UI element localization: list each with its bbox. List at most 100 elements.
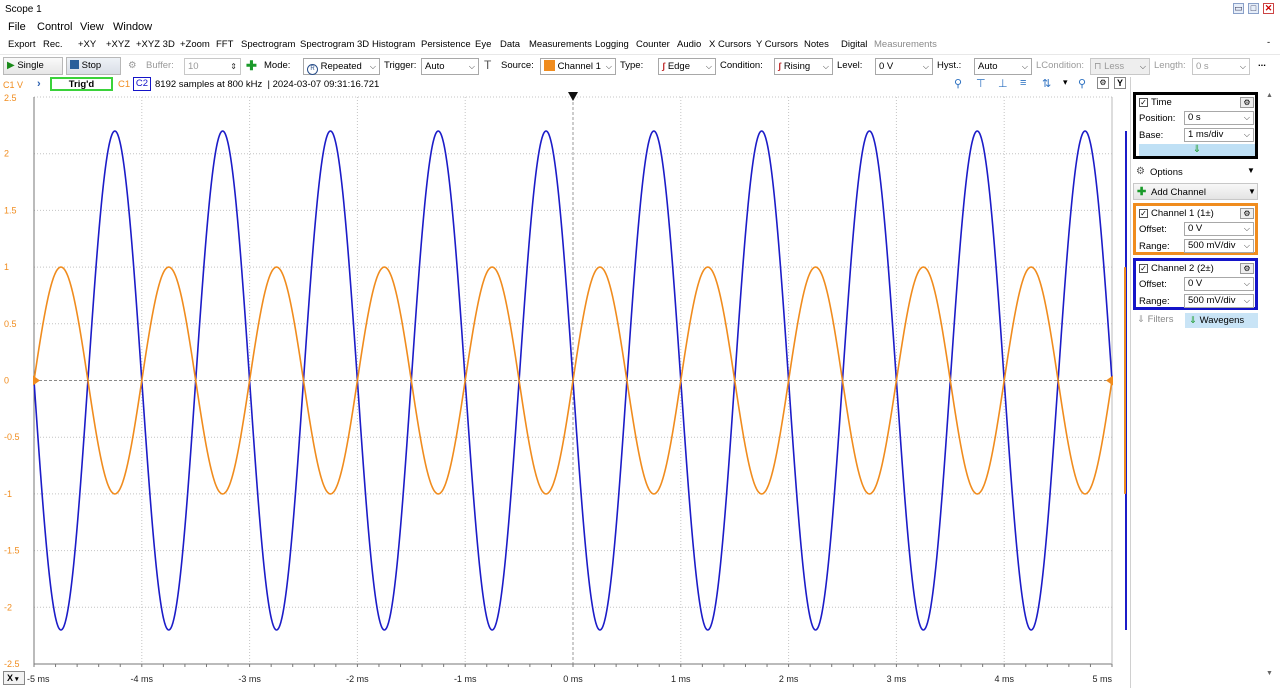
title-bar: Scope 1 ▭ □ ✕ — [0, 0, 1280, 20]
type-select[interactable]: ʃ Edge ⌵ — [658, 58, 716, 75]
toolbar-measurements[interactable]: Measurements — [529, 39, 592, 50]
channel1-offset-label: Offset: — [1139, 224, 1167, 235]
toolbar-xyz[interactable]: +XYZ — [106, 39, 130, 50]
menu-bar: File Control View Window — [0, 19, 1280, 36]
toolbar-zoom[interactable]: +Zoom — [180, 39, 210, 50]
toolbar-histogram[interactable]: Histogram — [372, 39, 415, 50]
chevron-down-icon: ⌵ — [1243, 113, 1250, 122]
channel2-gear-icon[interactable]: ⚙ — [1240, 263, 1254, 274]
toolbar-ycursors[interactable]: Y Cursors — [756, 39, 798, 50]
options-row[interactable]: ⚙ Options ▼ — [1133, 164, 1258, 180]
c1-tag[interactable]: C1 — [118, 79, 130, 90]
options-gear-icon: ⚙ — [1136, 166, 1145, 177]
time-expand-button[interactable]: ⇓ — [1139, 144, 1255, 156]
toolbar-logging[interactable]: Logging — [595, 39, 629, 50]
edge-icon: ʃ — [662, 61, 666, 72]
toolbar-spectrogram[interactable]: Spectrogram — [241, 39, 295, 50]
toolbar-notes[interactable]: Notes — [804, 39, 829, 50]
menu-view[interactable]: View — [80, 21, 104, 33]
channel2-offset-input[interactable]: 0 V ⌵ — [1184, 277, 1254, 291]
channel1-checkbox[interactable]: ✓ — [1139, 209, 1148, 218]
x-tick-label: -4 ms — [131, 674, 154, 684]
channel1-gear-icon[interactable]: ⚙ — [1240, 208, 1254, 219]
position-input[interactable]: 0 s ⌵ — [1184, 111, 1254, 125]
toolbar-digital[interactable]: Digital — [841, 39, 867, 50]
expand-icon[interactable]: › — [37, 78, 41, 90]
add-channel-button[interactable]: ✚ Add Channel ▼ — [1133, 183, 1258, 200]
toolbar-spectrogram3d[interactable]: Spectrogram 3D — [300, 39, 369, 50]
zoom-icon[interactable]: ⚲ — [954, 77, 962, 90]
scroll-up-icon[interactable]: ▲ — [1266, 92, 1273, 99]
toolbar-persistence[interactable]: Persistence — [421, 39, 471, 50]
time-gear-icon[interactable]: ⚙ — [1240, 97, 1254, 108]
tab-filters[interactable]: ⇓ Filters — [1137, 314, 1182, 328]
stop-button[interactable]: Stop — [66, 57, 121, 75]
buffer-stepper: 10 ⇕ — [184, 58, 241, 75]
trigger-select[interactable]: Auto ⌵ — [421, 58, 479, 75]
single-button[interactable]: ▶ Single — [3, 57, 63, 75]
scope-plot[interactable]: 2.5 2 1.5 1 0.5 0 -0.5 -1 -1.5 -2 -2.5 -5 ms -4 ms -… — [0, 92, 1130, 688]
restore-icon[interactable]: ▭ — [1233, 3, 1244, 14]
menu-window[interactable]: Window — [113, 21, 152, 33]
stop-icon — [70, 60, 79, 69]
stop-button-label: Stop — [81, 60, 102, 71]
y-axis-button[interactable]: Y — [1114, 77, 1126, 89]
hyst-input[interactable]: Auto ⌵ — [974, 58, 1032, 75]
toolbar-eye[interactable]: Eye — [475, 39, 491, 50]
channel1-offset-value: 0 V — [1188, 223, 1203, 234]
time-checkbox[interactable]: ✓ — [1139, 98, 1148, 107]
condition-select[interactable]: ʃ Rising ⌵ — [774, 58, 833, 75]
align-lines-icon[interactable]: ≡ — [1020, 77, 1026, 89]
level-value: 0 V — [879, 61, 894, 72]
channel1-range-select[interactable]: 500 mV/div ⌵ — [1184, 239, 1254, 253]
condition-label: Condition: — [720, 60, 763, 71]
magnifier-icon[interactable]: ⚲ — [1078, 77, 1086, 90]
align-bottom-icon[interactable]: ⊥ — [998, 77, 1008, 90]
toolbar-xy[interactable]: +XY — [78, 39, 96, 50]
c2-tag[interactable]: C2 — [133, 77, 151, 91]
align-top-icon[interactable]: ⊤ — [976, 77, 986, 90]
trigger-label: Trigger: — [384, 60, 417, 71]
settings-icon[interactable]: ⚙ — [1097, 77, 1109, 89]
toolbar-rec[interactable]: Rec. — [43, 39, 63, 50]
x-axis-button[interactable]: X ▾ — [3, 671, 25, 685]
wavegens-arrow-icon: ⇓ — [1189, 315, 1197, 326]
close-icon[interactable]: ✕ — [1263, 3, 1274, 14]
toolbar-counter[interactable]: Counter — [636, 39, 670, 50]
fit-icon[interactable]: ⇅ — [1042, 77, 1051, 90]
level-label: Level: — [837, 60, 863, 71]
channel2-checkbox[interactable]: ✓ — [1139, 264, 1148, 273]
x-tick-label: -5 ms — [27, 674, 50, 684]
add-icon[interactable]: ✚ — [246, 58, 257, 74]
play-icon: ▶ — [7, 60, 15, 71]
base-select[interactable]: 1 ms/div ⌵ — [1184, 128, 1254, 142]
toolbar-export[interactable]: Export — [8, 39, 35, 50]
x-tick-label: -1 ms — [454, 674, 477, 684]
maximize-icon[interactable]: □ — [1248, 3, 1259, 14]
toolbar-xyz3d[interactable]: +XYZ 3D — [136, 39, 175, 50]
menu-control[interactable]: Control — [37, 21, 72, 33]
more-button[interactable]: ... — [1258, 58, 1266, 69]
toolbar-fft[interactable]: FFT — [216, 39, 233, 50]
channel1-range-value: 500 mV/div — [1188, 240, 1236, 251]
mode-select[interactable]: R Repeated ⌵ — [303, 58, 380, 75]
menu-file[interactable]: File — [8, 21, 26, 33]
vertical-scrollbar[interactable]: ▲ ▼ — [1265, 92, 1275, 682]
level-input[interactable]: 0 V ⌵ — [875, 58, 933, 75]
hammer-icon[interactable]: T — [484, 58, 491, 72]
tab-wavegens[interactable]: ⇓ Wavegens — [1185, 313, 1258, 328]
toolbar-overflow[interactable]: - — [1267, 37, 1270, 48]
channel1-title: Channel 1 (1±) — [1151, 208, 1214, 219]
channel2-range-select[interactable]: 500 mV/div ⌵ — [1184, 294, 1254, 308]
y-tick-label: 1.5 — [4, 205, 17, 215]
source-select[interactable]: Channel 1 ⌵ — [540, 58, 616, 75]
y-tick-label: -2.5 — [4, 659, 20, 669]
toolbar-xcursors[interactable]: X Cursors — [709, 39, 751, 50]
instrument-toolbar: Export Rec. +XY +XYZ +XYZ 3D +Zoom FFT S… — [0, 36, 1280, 53]
add-channel-icon: ✚ — [1137, 186, 1147, 198]
tools-dropdown-icon[interactable]: ▾ — [1063, 77, 1068, 88]
scroll-down-icon[interactable]: ▼ — [1266, 670, 1273, 677]
toolbar-audio[interactable]: Audio — [677, 39, 701, 50]
toolbar-data[interactable]: Data — [500, 39, 520, 50]
channel1-offset-input[interactable]: 0 V ⌵ — [1184, 222, 1254, 236]
